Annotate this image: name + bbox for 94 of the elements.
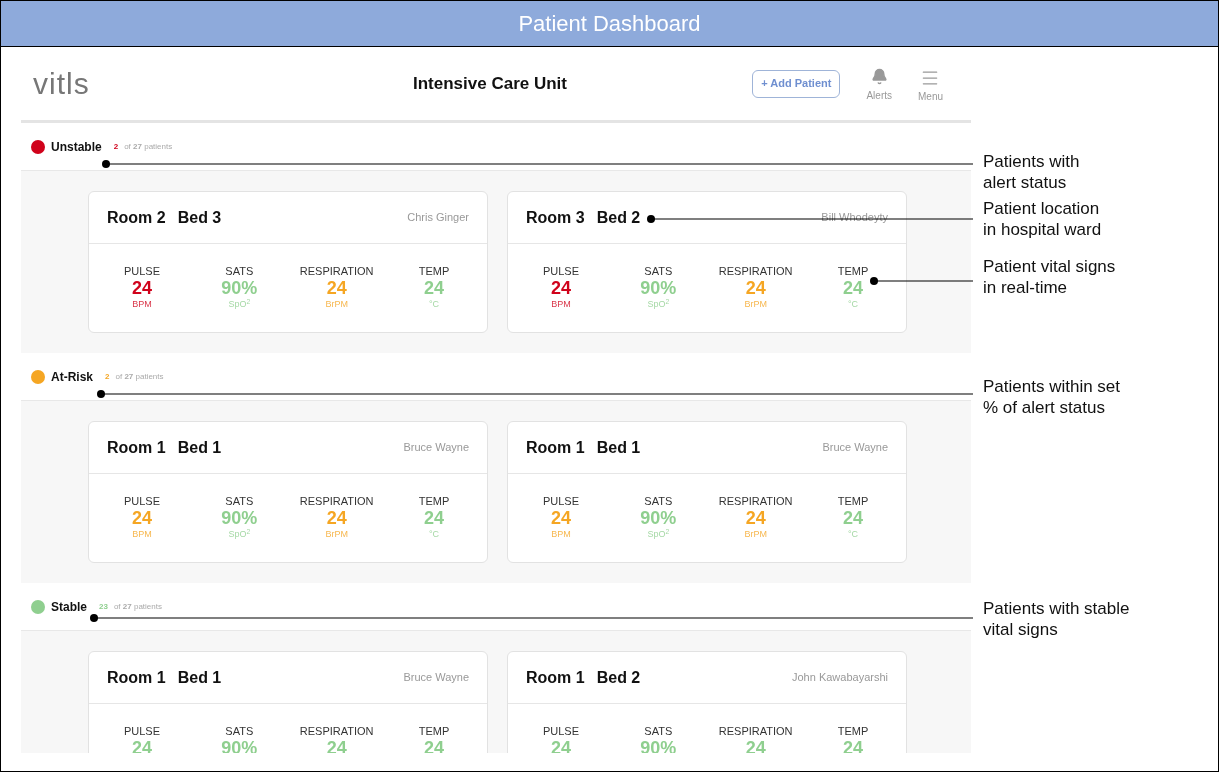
vital-unit: BrPM xyxy=(744,298,767,310)
vital-label: RESPIRATION xyxy=(299,264,374,278)
patient-name: Chris Ginger xyxy=(407,210,469,226)
vital-value: 24 xyxy=(842,508,863,528)
vital-unit: °C xyxy=(428,528,440,540)
vital-value: 24 xyxy=(423,508,444,528)
patient-name: John Kawabayarshi xyxy=(792,670,888,686)
vital-label: SATS xyxy=(225,264,254,278)
room-label: Room 1 xyxy=(107,437,166,458)
vital-unit: BPM xyxy=(551,528,571,540)
vital-label: PULSE xyxy=(542,724,580,738)
vital-unit: °C xyxy=(847,298,859,310)
vital-value: 90% xyxy=(640,278,677,298)
annotation-text: Patient vital signs in real-time xyxy=(983,256,1116,298)
bed-label: Bed 1 xyxy=(596,437,641,458)
vital-unit: BPM xyxy=(132,528,152,540)
vital-value: 90% xyxy=(221,508,258,528)
vital-label: SATS xyxy=(644,494,673,508)
patient-count: 23 xyxy=(99,600,108,613)
vital-label: RESPIRATION xyxy=(299,494,374,508)
patient-count: 2 xyxy=(113,140,119,153)
room-label: Room 1 xyxy=(107,667,166,688)
vital-unit: °C xyxy=(428,298,440,310)
bed-label: Bed 2 xyxy=(596,667,641,688)
vital-unit: SpO$^{2}$ xyxy=(647,298,670,310)
vital-value: 90% xyxy=(221,278,258,298)
vital-unit: °C xyxy=(847,528,859,540)
vital-label: PULSE xyxy=(123,724,161,738)
vital-unit: BrPM xyxy=(325,298,348,310)
bell-icon xyxy=(870,68,888,85)
bed-label: Bed 3 xyxy=(177,207,222,228)
patient-card[interactable]: Room 2 Bed 3 Chris Ginger PULSE 24 BPM SATS 90% SpO$^{2}$ RESPIRATION 24 BrPM TEMP 24 °C xyxy=(88,191,488,333)
vital-value: 24 xyxy=(326,278,347,298)
room-label: Room 1 xyxy=(526,667,585,688)
patient-name: Bruce Wayne xyxy=(403,440,469,456)
vital-label: RESPIRATION xyxy=(718,264,793,278)
annotation-text: Patients with alert status xyxy=(983,151,1080,193)
vital-label: PULSE xyxy=(542,264,580,278)
vital-value: 90% xyxy=(640,508,677,528)
vital-label: PULSE xyxy=(123,264,161,278)
vital-value: 24 xyxy=(132,508,152,528)
vital-value: 24 xyxy=(551,508,571,528)
vital-value: 24 xyxy=(745,278,766,298)
room-label: Room 3 xyxy=(526,207,585,228)
unit-title: Intensive Care Unit xyxy=(413,72,567,95)
section-title: At-Risk xyxy=(51,368,93,386)
annotation-text: Patient location in hospital ward xyxy=(983,198,1102,240)
vital-label: TEMP xyxy=(837,494,869,508)
section-title: Stable xyxy=(51,598,87,616)
patient-name: Bruce Wayne xyxy=(403,670,469,686)
vital-value: 24 xyxy=(326,508,347,528)
bed-label: Bed 2 xyxy=(596,207,641,228)
patient-card[interactable]: Room 1 Bed 1 Bruce Wayne PULSE 24 BPM SATS 90% SpO$^{2}$ RESPIRATION 24 BrPM TEMP 24 °C xyxy=(507,421,907,563)
vital-label: SATS xyxy=(225,724,254,738)
bed-label: Bed 1 xyxy=(177,667,222,688)
vital-unit: SpO$^{2}$ xyxy=(228,298,251,310)
vital-label: TEMP xyxy=(837,264,869,278)
vital-value: 24 xyxy=(423,278,444,298)
vital-label: RESPIRATION xyxy=(718,494,793,508)
vital-label: PULSE xyxy=(542,494,580,508)
vital-label: SATS xyxy=(644,724,673,738)
vital-unit: SpO$^{2}$ xyxy=(228,528,251,540)
vital-label: SATS xyxy=(225,494,254,508)
vital-label: RESPIRATION xyxy=(299,724,374,738)
patient-count-text: of 27 patients xyxy=(115,370,164,383)
patient-name: Bruce Wayne xyxy=(822,440,888,456)
patient-count-text: of 27 patients xyxy=(124,140,173,153)
vital-label: RESPIRATION xyxy=(718,724,793,738)
vital-value: 24 xyxy=(745,508,766,528)
bed-label: Bed 1 xyxy=(177,437,222,458)
vital-value: 24 xyxy=(551,278,571,298)
patient-count: 2 xyxy=(105,370,110,383)
vital-value: 24 xyxy=(842,278,863,298)
vital-unit: BPM xyxy=(551,298,571,310)
annotation-text: Patients with stable vital signs xyxy=(983,598,1130,640)
window-title: Patient Dashboard xyxy=(518,10,701,38)
vital-label: TEMP xyxy=(418,264,450,278)
vital-unit: BrPM xyxy=(744,528,767,540)
vital-unit: BrPM xyxy=(325,528,348,540)
vital-value: 24 xyxy=(132,278,152,298)
vital-label: SATS xyxy=(644,264,673,278)
vital-label: PULSE xyxy=(123,494,161,508)
room-label: Room 1 xyxy=(526,437,585,458)
patient-card[interactable]: Room 1 Bed 1 Bruce Wayne PULSE 24 BPM SATS 90% SpO$^{2}$ RESPIRATION 24 BrPM TEMP 24 °C xyxy=(88,421,488,563)
vital-label: TEMP xyxy=(418,494,450,508)
section-title: Unstable xyxy=(51,138,102,156)
patient-count-text: of 27 patients xyxy=(113,600,162,613)
logo: vitls xyxy=(33,66,90,102)
vital-label: TEMP xyxy=(837,724,869,738)
annotation-text: Patients within set % of alert status xyxy=(983,376,1120,418)
vital-unit: SpO$^{2}$ xyxy=(647,528,670,540)
vital-unit: BPM xyxy=(132,298,152,310)
room-label: Room 2 xyxy=(107,207,166,228)
vital-label: TEMP xyxy=(418,724,450,738)
